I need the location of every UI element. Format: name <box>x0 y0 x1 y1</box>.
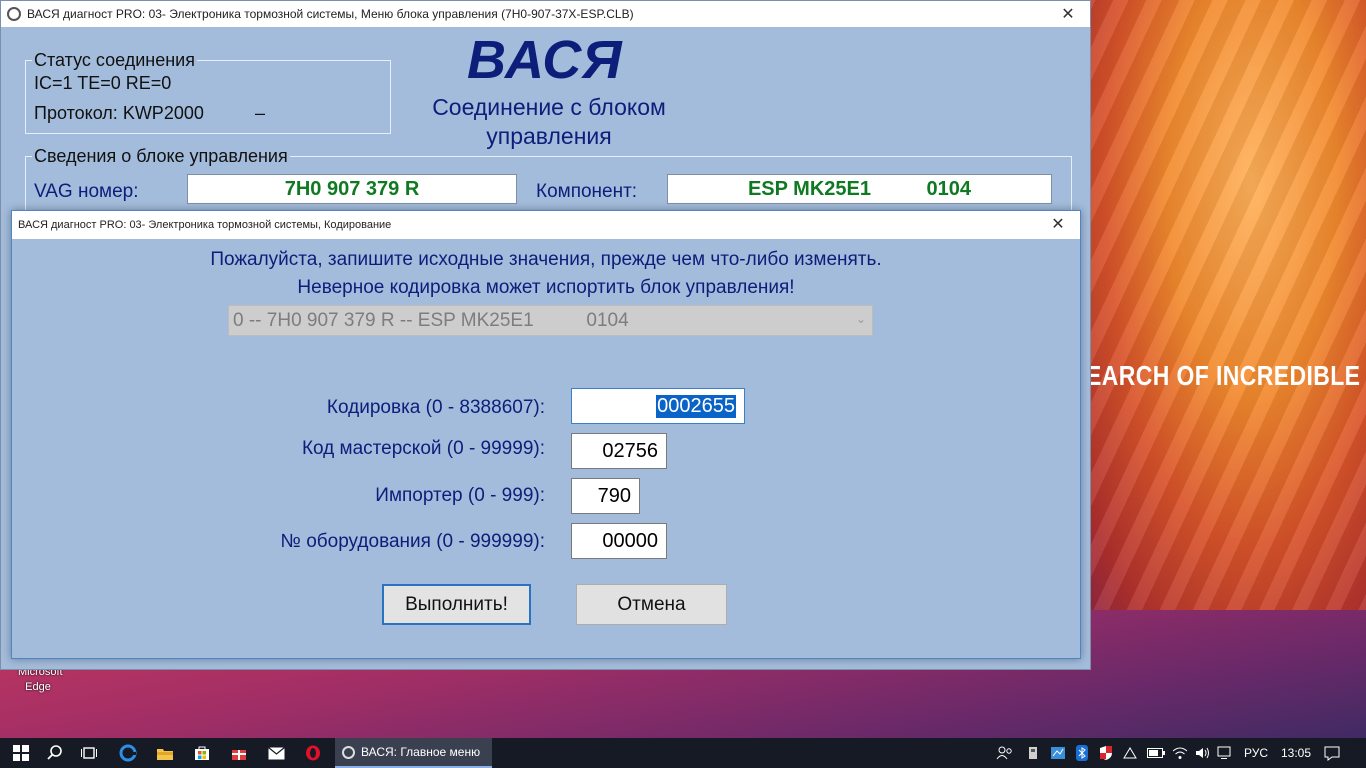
vasya-taskbar-icon <box>342 745 355 759</box>
protocol-suffix: – <box>255 103 266 123</box>
equipment-number-label: № оборудования (0 - 999999): <box>280 531 545 552</box>
wallpaper-caption: EARCH OF INCREDIBLE <box>1086 360 1361 391</box>
main-window-title: ВАСЯ диагност PRO: 03- Электроника тормо… <box>27 7 634 21</box>
warning-line-1: Пожалуйста, запишите исходные значения, … <box>210 249 882 270</box>
wallpaper-texture <box>1080 0 1366 610</box>
people-icon[interactable] <box>996 738 1014 768</box>
module-select[interactable]: 0 -- 7H0 907 379 R -- ESP MK25E1 0104 ⌄ <box>228 305 873 336</box>
component-label: Компонент: <box>536 181 638 202</box>
vag-number-field: 7H0 907 379 R <box>187 174 517 204</box>
component-field: ESP MK25E1 0104 <box>667 174 1052 204</box>
volume-icon[interactable] <box>1195 738 1211 768</box>
clock[interactable]: 13:05 <box>1281 738 1311 768</box>
cancel-button[interactable]: Отмена <box>576 584 727 625</box>
main-window-titlebar[interactable]: ВАСЯ диагност PRO: 03- Электроника тормо… <box>1 1 1090 27</box>
opera-icon[interactable] <box>296 738 330 768</box>
shield-icon[interactable] <box>1099 738 1113 768</box>
importer-label: Импортер (0 - 999): <box>375 485 545 506</box>
file-explorer-icon[interactable] <box>148 738 182 768</box>
coding-dialog-title: ВАСЯ диагност PRO: 03- Электроника тормо… <box>18 219 392 231</box>
usb-device-icon[interactable] <box>1026 738 1040 768</box>
bluetooth-icon[interactable] <box>1076 738 1088 768</box>
coding-dialog-titlebar[interactable]: ВАСЯ диагност PRO: 03- Электроника тормо… <box>12 211 1080 239</box>
gift-icon[interactable] <box>222 738 256 768</box>
execute-button[interactable]: Выполнить! <box>382 584 531 625</box>
battery-icon[interactable] <box>1147 738 1165 768</box>
start-windows-icon[interactable] <box>4 738 38 768</box>
network-monitor-icon[interactable] <box>1050 738 1066 768</box>
workshop-code-input[interactable]: 02756 <box>571 433 667 469</box>
taskbar-app-label: ВАСЯ: Главное меню <box>361 745 481 759</box>
main-window-close-icon[interactable]: ✕ <box>1046 1 1090 27</box>
coding-label: Кодировка (0 - 8388607): <box>326 397 545 418</box>
edge-browser-icon[interactable] <box>111 738 145 768</box>
coding-input[interactable]: 0002655 <box>571 388 745 424</box>
mail-icon[interactable] <box>259 738 293 768</box>
task-view-icon[interactable] <box>72 738 106 768</box>
vag-number-label: VAG номер: <box>34 181 139 202</box>
app-icon <box>7 7 21 21</box>
language-indicator[interactable]: РУС <box>1244 738 1268 768</box>
coding-input-value: 0002655 <box>656 394 736 418</box>
store-icon[interactable] <box>185 738 219 768</box>
warning-line-2: Неверное кодировка может испортить блок … <box>297 277 795 298</box>
notifications-icon[interactable] <box>1324 738 1340 768</box>
taskbar-app-vasya[interactable]: ВАСЯ: Главное меню <box>335 738 492 768</box>
display-icon[interactable] <box>1217 738 1231 768</box>
importer-input[interactable]: 790 <box>571 478 640 514</box>
coding-dialog-close-icon[interactable]: ✕ <box>1036 211 1080 237</box>
action-icon[interactable] <box>1122 738 1138 768</box>
search-icon[interactable] <box>38 738 72 768</box>
connection-status-line: IC=1 TE=0 RE=0 <box>34 73 172 93</box>
connection-status-legend: Статус соединения <box>32 50 197 71</box>
workshop-code-label: Код мастерской (0 - 99999): <box>301 438 545 459</box>
module-select-value: 0 -- 7H0 907 379 R -- ESP MK25E1 0104 <box>233 309 629 331</box>
chevron-down-icon: ⌄ <box>855 312 866 326</box>
vasya-logo: ВАСЯ <box>467 30 623 90</box>
coding-dialog: ВАСЯ диагност PRO: 03- Электроника тормо… <box>11 210 1081 659</box>
edge-desktop-label-line2[interactable]: Edge <box>18 681 58 693</box>
connection-title: Соединение с блоком управления <box>432 94 666 149</box>
module-info-legend: Сведения о блоке управления <box>32 146 290 167</box>
wifi-icon[interactable] <box>1172 738 1188 768</box>
equipment-number-input[interactable]: 00000 <box>571 523 667 559</box>
protocol-label: Протокол: KWP2000 <box>34 103 204 123</box>
taskbar: ВАСЯ: Главное меню РУС 13:05 <box>0 738 1366 768</box>
